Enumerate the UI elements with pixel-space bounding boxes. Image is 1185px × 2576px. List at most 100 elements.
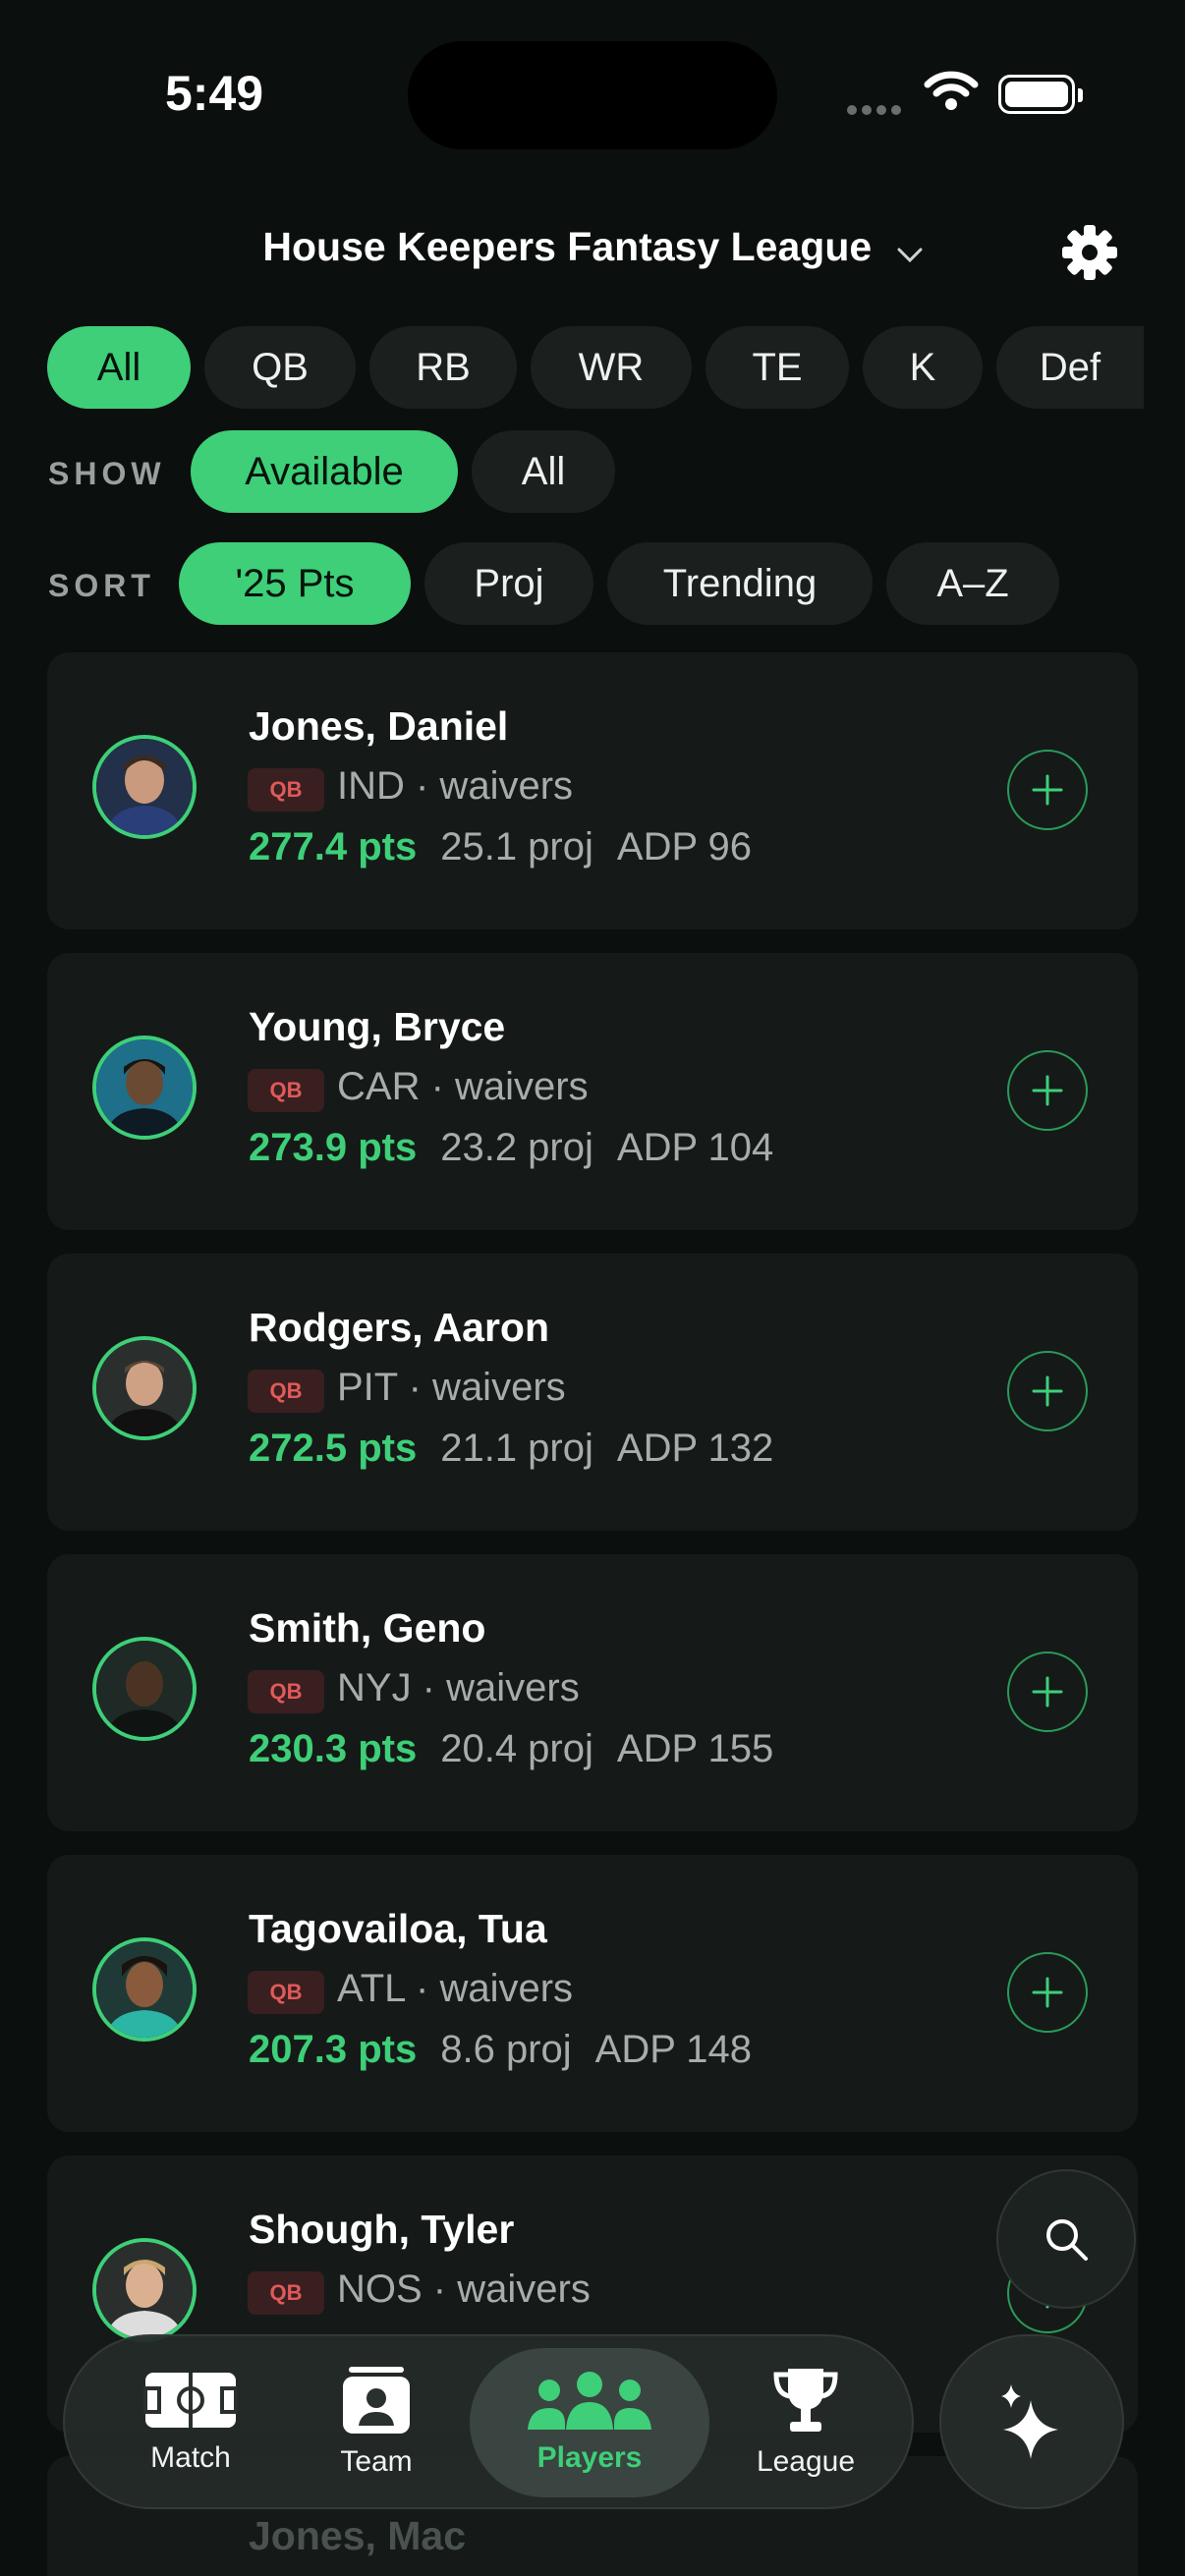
bottom-tab-bar: Match Team Players League	[63, 2334, 914, 2509]
player-card[interactable]: Smith, Geno QB NYJ · waivers 230.3 pts 20…	[47, 1554, 1138, 1831]
sort-chip-pts[interactable]: '25 Pts	[179, 542, 411, 625]
adp-value: ADP 96	[616, 825, 753, 868]
player-stats: 277.4 pts 25.1 proj ADP 96	[249, 825, 752, 869]
position-chip-k[interactable]: K	[863, 326, 983, 409]
plus-icon	[1032, 1375, 1063, 1407]
trophy-icon	[773, 2369, 838, 2432]
position-chip-all[interactable]: All	[47, 326, 191, 409]
ai-assistant-button[interactable]	[939, 2334, 1124, 2509]
team-badge-icon	[343, 2367, 410, 2434]
player-name: Jones, Daniel	[249, 703, 509, 749]
season-points: 272.5 pts	[249, 1427, 418, 1470]
league-selector[interactable]: House Keepers Fantasy League	[0, 224, 1185, 273]
position-badge: QB	[248, 1069, 324, 1112]
player-team-status: PIT · waivers	[337, 1366, 566, 1409]
player-stats: 273.9 pts 23.2 proj ADP 104	[249, 1126, 773, 1170]
players-icon	[528, 2372, 651, 2430]
position-chip-def[interactable]: Def	[996, 326, 1144, 409]
show-chip-all[interactable]: All	[472, 430, 615, 513]
battery-icon	[998, 75, 1075, 114]
player-team-status: ATL · waivers	[337, 1967, 574, 2010]
adp-value: ADP 155	[616, 1727, 774, 1770]
position-chip-te[interactable]: TE	[705, 326, 849, 409]
tab-match[interactable]: Match	[104, 2336, 277, 2507]
position-badge: QB	[248, 768, 324, 812]
player-team-status: CAR · waivers	[337, 1065, 589, 1108]
plus-icon	[1032, 1075, 1063, 1106]
adp-value: ADP 104	[616, 1126, 774, 1169]
player-name: Smith, Geno	[249, 1605, 486, 1651]
sort-chip-proj[interactable]: Proj	[424, 542, 593, 625]
projected-points: 23.2 proj	[440, 1126, 593, 1169]
add-player-button[interactable]	[1007, 1652, 1088, 1732]
player-name: Tagovailoa, Tua	[249, 1906, 547, 1951]
position-badge: QB	[248, 1370, 324, 1413]
avatar	[92, 1937, 197, 2042]
tab-match-label: Match	[150, 2441, 231, 2474]
plus-icon	[1032, 1676, 1063, 1708]
player-card[interactable]: Young, Bryce QB CAR · waivers 273.9 pts 2…	[47, 953, 1138, 1230]
tab-team-label: Team	[340, 2445, 413, 2478]
search-button[interactable]	[996, 2169, 1136, 2309]
season-points: 277.4 pts	[249, 825, 418, 868]
projected-points: 21.1 proj	[440, 1427, 593, 1470]
player-name: Shough, Tyler	[249, 2207, 515, 2252]
sort-chip-trending[interactable]: Trending	[607, 542, 873, 625]
player-stats: 272.5 pts 21.1 proj ADP 132	[249, 1427, 773, 1471]
field-icon	[143, 2373, 238, 2428]
player-team-status: NYJ · waivers	[337, 1666, 580, 1709]
cellular-signal-icon	[847, 102, 910, 115]
wifi-icon	[924, 69, 979, 117]
gear-icon[interactable]	[1061, 224, 1118, 286]
player-team-status: IND · waivers	[337, 764, 574, 808]
player-team-status: NOS · waivers	[337, 2268, 591, 2311]
position-badge: QB	[248, 1670, 324, 1713]
season-points: 230.3 pts	[249, 1727, 418, 1770]
show-chip-available[interactable]: Available	[191, 430, 458, 513]
tab-players-label: Players	[536, 2441, 643, 2474]
position-badge: QB	[248, 2271, 324, 2315]
player-name: Rodgers, Aaron	[249, 1305, 550, 1350]
sparkle-icon	[1001, 2384, 1058, 2459]
tab-players[interactable]: Players	[470, 2348, 709, 2497]
adp-value: ADP 148	[594, 2028, 753, 2071]
projected-points: 8.6 proj	[440, 2028, 572, 2071]
player-stats: 230.3 pts 20.4 proj ADP 155	[249, 1727, 773, 1771]
position-badge: QB	[248, 1971, 324, 2014]
tab-league[interactable]: League	[719, 2336, 892, 2507]
avatar	[92, 1036, 197, 1140]
add-player-button[interactable]	[1007, 1050, 1088, 1131]
dynamic-island	[408, 41, 777, 149]
season-points: 207.3 pts	[249, 2028, 418, 2071]
player-card[interactable]: Tagovailoa, Tua QB ATL · waivers 207.3 p…	[47, 1855, 1138, 2132]
position-chip-rb[interactable]: RB	[369, 326, 517, 409]
avatar	[92, 2238, 197, 2342]
battery-tip	[1078, 88, 1083, 102]
projected-points: 20.4 proj	[440, 1727, 593, 1770]
add-player-button[interactable]	[1007, 1351, 1088, 1431]
player-name: Jones, Mac	[249, 2513, 467, 2558]
projected-points: 25.1 proj	[440, 825, 593, 868]
season-points: 273.9 pts	[249, 1126, 418, 1169]
avatar	[92, 1637, 197, 1741]
add-player-button[interactable]	[1007, 750, 1088, 830]
show-label: SHOW	[48, 456, 166, 491]
chevron-down-icon	[897, 227, 923, 273]
avatar	[92, 735, 197, 839]
avatar	[92, 1336, 197, 1440]
plus-icon	[1032, 774, 1063, 806]
player-card[interactable]: Rodgers, Aaron QB PIT · waivers 272.5 pt…	[47, 1254, 1138, 1531]
tab-team[interactable]: Team	[293, 2336, 460, 2507]
player-stats: 207.3 pts 8.6 proj ADP 148	[249, 2028, 752, 2072]
league-name: House Keepers Fantasy League	[262, 224, 873, 269]
position-chip-wr[interactable]: WR	[531, 326, 692, 409]
sort-label: SORT	[48, 568, 155, 603]
add-player-button[interactable]	[1007, 1952, 1088, 2033]
player-name: Young, Bryce	[249, 1004, 506, 1049]
search-icon	[1046, 2219, 1088, 2261]
player-card[interactable]: Jones, Daniel QB IND · waivers 277.4 pts…	[47, 652, 1138, 929]
plus-icon	[1032, 1977, 1063, 2008]
position-chip-qb[interactable]: QB	[204, 326, 356, 409]
sort-chip-az[interactable]: A–Z	[886, 542, 1059, 625]
status-time: 5:49	[165, 66, 264, 121]
